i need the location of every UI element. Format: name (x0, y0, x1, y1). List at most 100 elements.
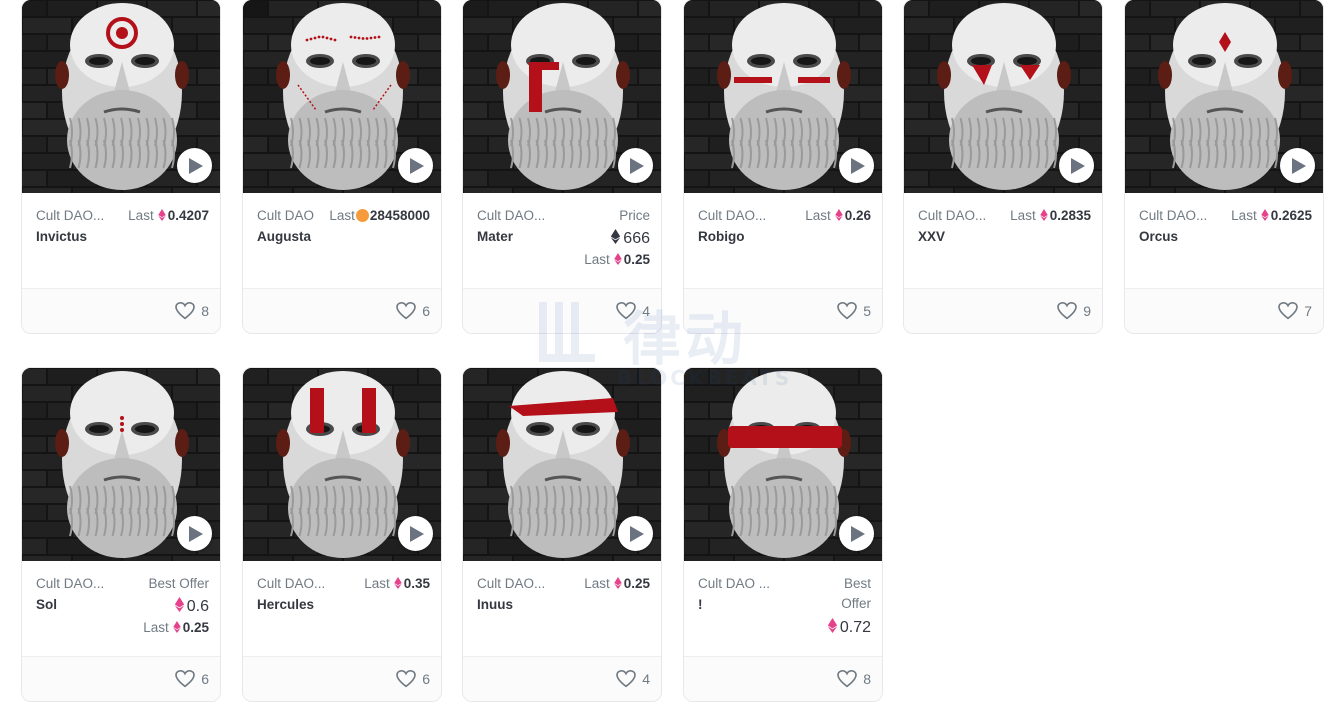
nft-image[interactable] (22, 0, 220, 193)
nft-name[interactable]: Hercules (257, 597, 314, 612)
nft-image[interactable] (904, 0, 1102, 193)
card-footer: 9 (904, 288, 1102, 333)
nft-image[interactable] (463, 0, 661, 193)
nft-image[interactable] (463, 368, 661, 561)
collection-name[interactable]: Cult DAO... (918, 208, 986, 223)
favorite-button[interactable]: 6 (396, 302, 430, 320)
nft-info: Cult DAO... Orcus Last 0.2625 (1125, 193, 1323, 288)
collection-name[interactable]: Cult DAO... (698, 208, 766, 223)
collection-name[interactable]: Cult DAO (257, 208, 314, 223)
nft-card[interactable]: Cult DAO Augusta Last 28458000 6 (242, 0, 442, 334)
nft-name[interactable]: Robigo (698, 229, 745, 244)
like-count: 7 (1304, 303, 1312, 319)
play-icon (851, 525, 865, 542)
like-count: 4 (642, 671, 650, 687)
heart-icon (616, 302, 637, 320)
nft-card[interactable]: Cult DAO... XXV Last 0.2835 9 (903, 0, 1103, 334)
nft-image[interactable] (243, 368, 441, 561)
nft-card[interactable]: Cult DAO... Inuus Last 0.25 4 (462, 367, 662, 702)
nft-card[interactable]: Cult DAO... Invictus Last 0.4207 8 (21, 0, 221, 334)
last-sale: Last 0.25 (143, 620, 209, 635)
collection-name[interactable]: Cult DAO... (36, 576, 104, 591)
last-sale: Last 0.25 (584, 252, 650, 267)
card-footer: 8 (684, 656, 882, 701)
nft-info: Cult DAO ... ! Best Offer 0.72 (684, 561, 882, 656)
play-button[interactable] (1059, 148, 1094, 183)
best-offer-value: 0.6 (170, 597, 209, 616)
like-count: 4 (642, 303, 650, 319)
play-button[interactable] (177, 516, 212, 551)
favorite-button[interactable]: 9 (1057, 302, 1091, 320)
heart-icon (175, 670, 196, 688)
play-button[interactable] (1280, 148, 1315, 183)
last-sale: Last 0.35 (364, 576, 430, 591)
nft-image[interactable] (22, 368, 220, 561)
nft-info: Cult DAO... Inuus Last 0.25 (463, 561, 661, 656)
card-footer: 6 (243, 288, 441, 333)
nft-card[interactable]: Cult DAO... Sol Best Offer 0.6 Last 0.25… (21, 367, 221, 702)
nft-name[interactable]: ! (698, 597, 703, 612)
card-footer: 5 (684, 288, 882, 333)
nft-card[interactable]: Cult DAO ... ! Best Offer 0.72 8 (683, 367, 883, 702)
nft-name[interactable]: Mater (477, 229, 513, 244)
favorite-button[interactable]: 6 (396, 670, 430, 688)
play-button[interactable] (177, 148, 212, 183)
play-button[interactable] (839, 148, 874, 183)
favorite-button[interactable]: 8 (837, 670, 871, 688)
favorite-button[interactable]: 4 (616, 670, 650, 688)
card-footer: 7 (1125, 288, 1323, 333)
play-button[interactable] (398, 148, 433, 183)
nft-info: Cult DAO... Sol Best Offer 0.6 Last 0.25 (22, 561, 220, 656)
nft-card[interactable]: Cult DAO... Mater Price 666 Last 0.25 4 (462, 0, 662, 334)
last-sale: Last 0.4207 (128, 208, 209, 223)
nft-info: Cult DAO... Invictus Last 0.4207 (22, 193, 220, 288)
collection-name[interactable]: Cult DAO ... (698, 576, 770, 591)
like-count: 9 (1083, 303, 1091, 319)
favorite-button[interactable]: 7 (1278, 302, 1312, 320)
favorite-button[interactable]: 8 (175, 302, 209, 320)
best-offer-value: 0.72 (823, 618, 871, 637)
play-button[interactable] (398, 516, 433, 551)
last-sale: Last 0.25 (584, 576, 650, 591)
favorite-button[interactable]: 6 (175, 670, 209, 688)
favorite-button[interactable]: 4 (616, 302, 650, 320)
nft-card[interactable]: Cult DAO... Orcus Last 0.2625 7 (1124, 0, 1324, 334)
heart-icon (175, 302, 196, 320)
eth-icon (1039, 209, 1048, 221)
nft-card[interactable]: Cult DAO... Robigo Last 0.26 5 (683, 0, 883, 334)
play-icon (630, 157, 644, 174)
heart-icon (1278, 302, 1299, 320)
collection-name[interactable]: Cult DAO... (257, 576, 325, 591)
collection-name[interactable]: Cult DAO... (477, 208, 545, 223)
play-button[interactable] (839, 516, 874, 551)
nft-info: Cult DAO Augusta Last 28458000 (243, 193, 441, 288)
nft-name[interactable]: Orcus (1139, 229, 1178, 244)
nft-card[interactable]: Cult DAO... Hercules Last 0.35 6 (242, 367, 442, 702)
nft-info: Cult DAO... XXV Last 0.2835 (904, 193, 1102, 288)
collection-name[interactable]: Cult DAO... (1139, 208, 1207, 223)
play-icon (410, 525, 424, 542)
ape-emoji-icon (355, 209, 369, 222)
nft-image[interactable] (684, 0, 882, 193)
nft-name[interactable]: XXV (918, 229, 945, 244)
nft-info: Cult DAO... Robigo Last 0.26 (684, 193, 882, 288)
heart-icon (837, 670, 858, 688)
eth-icon (1260, 209, 1269, 221)
favorite-button[interactable]: 5 (837, 302, 871, 320)
nft-image[interactable] (1125, 0, 1323, 193)
collection-name[interactable]: Cult DAO... (36, 208, 104, 223)
collection-name[interactable]: Cult DAO... (477, 576, 545, 591)
nft-image[interactable] (243, 0, 441, 193)
nft-name[interactable]: Sol (36, 597, 57, 612)
eth-icon (613, 577, 622, 589)
nft-name[interactable]: Inuus (477, 597, 513, 612)
eth-icon (172, 621, 181, 633)
nft-name[interactable]: Invictus (36, 229, 87, 244)
play-button[interactable] (618, 148, 653, 183)
like-count: 8 (863, 671, 871, 687)
eth-icon (157, 209, 166, 221)
nft-name[interactable]: Augusta (257, 229, 311, 244)
nft-image[interactable] (684, 368, 882, 561)
play-button[interactable] (618, 516, 653, 551)
price-label: Price (619, 208, 650, 223)
